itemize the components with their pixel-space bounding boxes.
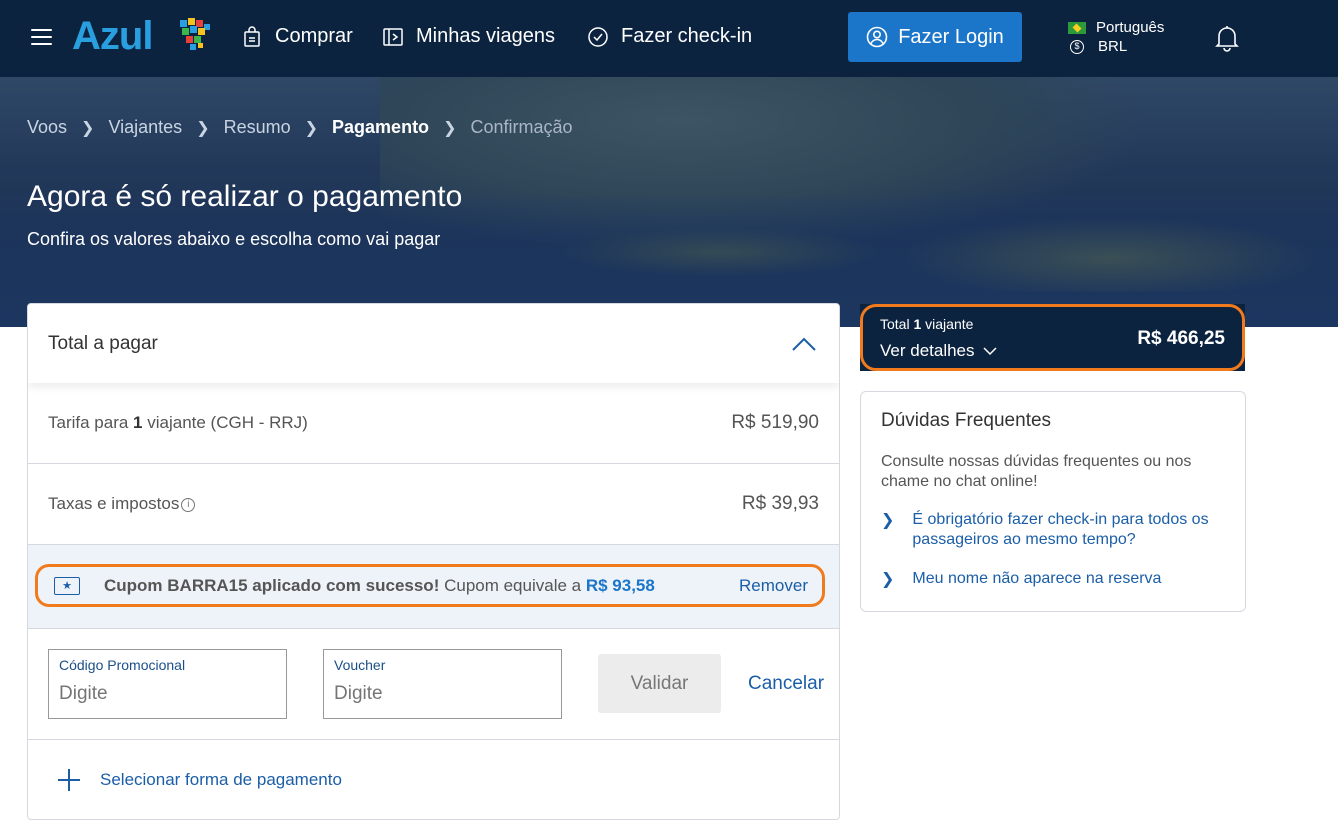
view-details-toggle[interactable]: Ver detalhes xyxy=(880,341,997,361)
nav-minhas-viagens-label: Minhas viagens xyxy=(416,25,555,47)
breadcrumb-pagamento: Pagamento xyxy=(332,117,430,137)
info-icon[interactable]: i xyxy=(181,497,196,512)
chevron-right-icon: ❯ xyxy=(304,119,319,137)
total-summary: Total 1 viajante Ver detalhes R$ 466,25 xyxy=(860,304,1245,371)
select-payment-method[interactable]: Selecionar forma de pagamento xyxy=(28,740,839,819)
login-button-label: Fazer Login xyxy=(898,25,1004,48)
breadcrumb-resumo[interactable]: Resumo xyxy=(224,117,291,138)
page-title: Agora é só realizar o pagamento xyxy=(27,180,463,213)
payment-card: Total a pagar Tarifa para 1 viajante (CG… xyxy=(27,303,840,820)
plus-icon xyxy=(58,769,80,791)
fare-label: Tarifa para 1 viajante (CGH - RRJ) xyxy=(48,413,308,432)
top-navigation-bar: Azul Comprar Minhas viagens Fazer check-… xyxy=(0,0,1338,77)
promo-code-input[interactable] xyxy=(59,683,269,705)
faq-description: Consulte nossas dúvidas frequentes ou no… xyxy=(881,453,1192,490)
ticket-icon xyxy=(383,27,403,46)
chevron-right-icon: ❯ xyxy=(881,571,895,588)
language-currency-selector[interactable]: Português $ BRL xyxy=(1068,18,1164,56)
user-icon xyxy=(866,26,888,48)
menu-icon[interactable] xyxy=(31,29,52,46)
validate-button[interactable]: Validar xyxy=(598,654,721,713)
check-circle-icon xyxy=(588,26,608,47)
coupon-applied-banner: ★ Cupom BARRA15 aplicado com sucesso! Cu… xyxy=(28,545,839,629)
taxes-label: Taxas e impostos i xyxy=(48,494,196,514)
nav-minhas-viagens[interactable]: Minhas viagens xyxy=(382,25,555,48)
promo-code-label: Código Promocional xyxy=(59,657,186,673)
nav-fazer-check-in-label: Fazer check-in xyxy=(621,25,753,47)
faq-item-label: Meu nome não aparece na reserva xyxy=(912,570,1162,587)
login-button[interactable]: Fazer Login xyxy=(848,12,1022,62)
total-header[interactable]: Total a pagar xyxy=(28,304,839,383)
coupon-message: Cupom BARRA15 aplicado com sucesso! Cupo… xyxy=(104,575,655,595)
page-subtitle: Confira os valores abaixo e escolha como… xyxy=(27,229,441,249)
coupon-ticket-icon: ★ xyxy=(54,576,80,595)
brazil-flag-icon xyxy=(1068,21,1086,34)
promo-code-field[interactable]: Código Promocional xyxy=(48,649,287,719)
fare-row: Tarifa para 1 viajante (CGH - RRJ) R$ 51… xyxy=(28,383,839,464)
currency-icon: $ xyxy=(1070,39,1084,54)
breadcrumb-voos[interactable]: Voos xyxy=(27,117,67,138)
nav-fazer-check-in[interactable]: Fazer check-in xyxy=(587,25,752,48)
breadcrumb: Voos ❯ Viajantes ❯ Resumo ❯ Pagamento ❯ … xyxy=(27,117,573,138)
view-details-label: Ver detalhes xyxy=(880,341,975,360)
faq-item-label: É obrigatório fazer check-in para todos … xyxy=(912,511,1209,548)
cancel-link[interactable]: Cancelar xyxy=(748,673,824,695)
breadcrumb-confirmacao: Confirmação xyxy=(470,117,573,137)
shopping-bag-icon xyxy=(244,25,260,47)
chevron-up-icon[interactable] xyxy=(791,336,817,352)
remove-coupon-link[interactable]: Remover xyxy=(739,576,808,596)
nav-comprar-label: Comprar xyxy=(275,25,353,47)
language-label: Português xyxy=(1096,19,1165,36)
total-price: R$ 466,25 xyxy=(1137,328,1225,349)
faq-item[interactable]: ❯ Meu nome não aparece na reserva xyxy=(881,569,1225,590)
voucher-input[interactable] xyxy=(334,683,544,705)
fare-amount: R$ 519,90 xyxy=(731,412,819,433)
chevron-right-icon: ❯ xyxy=(881,512,895,529)
chevron-right-icon: ❯ xyxy=(81,119,95,137)
brazil-map-logo-icon xyxy=(180,18,210,50)
taxes-amount: R$ 39,93 xyxy=(741,493,819,514)
faq-item[interactable]: ❯ É obrigatório fazer check-in para todo… xyxy=(881,510,1225,550)
faq-panel: Dúvidas Frequentes Consulte nossas dúvid… xyxy=(860,391,1246,612)
nav-comprar[interactable]: Comprar xyxy=(241,25,353,48)
total-title: Total a pagar xyxy=(48,332,158,354)
azul-logo[interactable]: Azul xyxy=(72,14,153,59)
currency-label: BRL xyxy=(1098,38,1128,55)
breadcrumb-viajantes[interactable]: Viajantes xyxy=(108,117,182,138)
voucher-label: Voucher xyxy=(334,657,386,673)
voucher-field[interactable]: Voucher xyxy=(323,649,562,719)
total-travelers-label: Total 1 viajante xyxy=(880,316,974,332)
chevron-right-icon: ❯ xyxy=(443,119,457,137)
faq-title: Dúvidas Frequentes xyxy=(881,410,1052,431)
chevron-down-icon xyxy=(982,346,997,355)
notification-bell-icon[interactable] xyxy=(1214,24,1240,52)
chevron-right-icon: ❯ xyxy=(196,119,210,137)
taxes-row: Taxas e impostos i R$ 39,93 xyxy=(28,464,839,545)
select-payment-label: Selecionar forma de pagamento xyxy=(100,770,342,789)
coupon-highlight: ★ Cupom BARRA15 aplicado com sucesso! Cu… xyxy=(35,564,825,607)
promo-code-area: Código Promocional Voucher Validar Cance… xyxy=(28,629,839,740)
